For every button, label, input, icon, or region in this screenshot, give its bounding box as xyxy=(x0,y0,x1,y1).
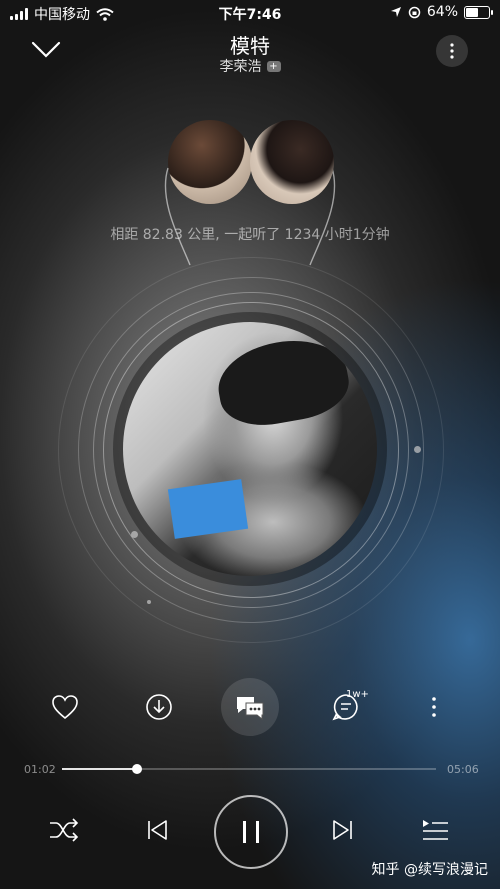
like-button[interactable] xyxy=(46,678,84,736)
previous-icon xyxy=(148,820,167,840)
comment-count-badge: 1w+ xyxy=(346,689,369,700)
song-title: 模特 xyxy=(230,34,270,58)
previous-button[interactable] xyxy=(142,800,172,860)
lock-rotation-icon xyxy=(408,6,421,18)
more-vertical-icon xyxy=(450,43,454,59)
orbit-dot xyxy=(414,446,421,453)
album-card xyxy=(167,479,249,539)
duration-time: 05:06 xyxy=(447,763,479,776)
heart-icon xyxy=(52,695,78,720)
next-icon xyxy=(333,820,352,840)
avatar-left[interactable] xyxy=(168,120,252,204)
more-vertical-icon xyxy=(432,697,436,717)
elapsed-time: 01:02 xyxy=(24,763,56,776)
chat-bubbles-icon xyxy=(237,697,264,720)
pause-button[interactable] xyxy=(214,795,288,869)
shuffle-icon xyxy=(50,818,79,842)
download-icon xyxy=(146,694,172,720)
watermark: 知乎 @续写浪漫记 xyxy=(371,862,488,878)
more-actions-button[interactable] xyxy=(420,678,448,736)
avatar-right[interactable] xyxy=(250,120,334,204)
listen-together-info: 相距 82.83 公里, 一起听了 1234 小时1分钟 xyxy=(110,227,390,243)
status-bar: 中国移动 下午7:46 64% xyxy=(0,0,500,26)
playlist-icon xyxy=(423,820,448,840)
progress-track[interactable] xyxy=(62,764,436,774)
next-button[interactable] xyxy=(328,800,358,860)
download-button[interactable] xyxy=(140,678,178,736)
battery-percent: 64% xyxy=(426,4,458,20)
artist-name[interactable]: 李荣浩 xyxy=(220,56,262,76)
comments-list-button[interactable] xyxy=(326,678,366,736)
location-icon xyxy=(390,7,401,17)
album-cover[interactable] xyxy=(123,322,377,576)
progress-played xyxy=(62,768,137,770)
shuffle-button[interactable] xyxy=(46,800,82,860)
follow-artist-badge[interactable]: + xyxy=(266,60,281,72)
comment-button[interactable] xyxy=(221,678,279,736)
orbit-dot xyxy=(147,600,151,604)
battery-icon xyxy=(464,5,493,19)
playlist-button[interactable] xyxy=(418,800,452,860)
action-bar xyxy=(0,678,500,736)
artist-row[interactable]: 李荣浩 + xyxy=(0,56,500,76)
pause-icon xyxy=(243,821,259,843)
more-options-button[interactable] xyxy=(436,35,468,67)
progress-knob[interactable] xyxy=(131,764,142,774)
orbit-dot xyxy=(131,531,138,538)
